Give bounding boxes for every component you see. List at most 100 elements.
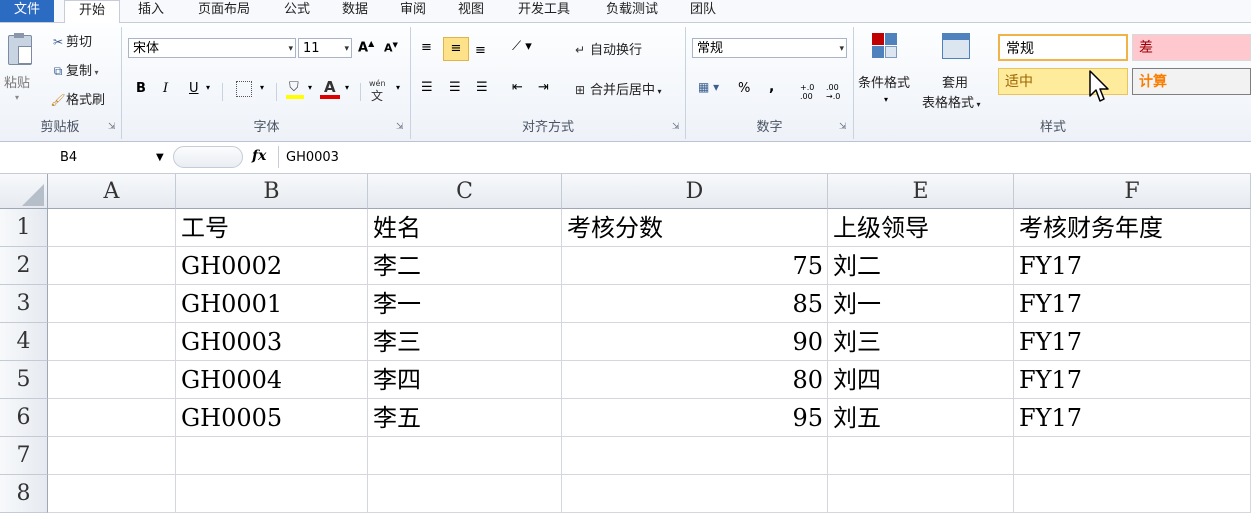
merge-center-button[interactable]: ⊞ 合并后居中 ▾ xyxy=(570,81,662,101)
cell-c2[interactable]: 李二 xyxy=(368,247,562,285)
cell-b2[interactable]: GH0002 xyxy=(176,247,368,285)
cell-f3[interactable]: FY17 xyxy=(1014,285,1251,323)
insert-function-icon[interactable]: fx xyxy=(252,148,266,164)
row-header-2[interactable]: 2 xyxy=(0,247,48,285)
percent-button[interactable]: % xyxy=(738,81,750,96)
cell-c4[interactable]: 李三 xyxy=(368,323,562,361)
column-header-f[interactable]: F xyxy=(1014,174,1251,209)
tab-page-layout[interactable]: 页面布局 xyxy=(186,0,262,22)
cell-b1[interactable]: 工号 xyxy=(176,209,368,247)
row-header-3[interactable]: 3 xyxy=(0,285,48,323)
cell-b6[interactable]: GH0005 xyxy=(176,399,368,437)
cell-a1[interactable] xyxy=(48,209,176,247)
cell-b4[interactable]: GH0003 xyxy=(176,323,368,361)
column-header-d[interactable]: D xyxy=(562,174,828,209)
worksheet-grid[interactable]: A B C D E F 1 工号 姓名 考核分数 上级领导 考核财务年度 2 GH0002 李二… xyxy=(0,174,1251,521)
name-box[interactable]: B4 ▼ xyxy=(2,147,170,169)
font-name-select[interactable]: 宋体 ▾ xyxy=(128,38,296,58)
cell-a3[interactable] xyxy=(48,285,176,323)
font-color-button[interactable]: A xyxy=(320,78,340,100)
cell-f8[interactable] xyxy=(1014,475,1251,513)
column-header-c[interactable]: C xyxy=(368,174,562,209)
tab-data[interactable]: 数据 xyxy=(330,0,380,22)
borders-icon[interactable] xyxy=(236,81,252,97)
cell-c1[interactable]: 姓名 xyxy=(368,209,562,247)
cell-f1[interactable]: 考核财务年度 xyxy=(1014,209,1251,247)
cell-e8[interactable] xyxy=(828,475,1014,513)
cell-d5[interactable]: 80 xyxy=(562,361,828,399)
copy-button[interactable]: ⧉ 复制 ▾ xyxy=(50,62,99,82)
cell-c3[interactable]: 李一 xyxy=(368,285,562,323)
chevron-down-icon[interactable]: ▾ xyxy=(308,83,312,92)
cell-f6[interactable]: FY17 xyxy=(1014,399,1251,437)
cell-d6[interactable]: 95 xyxy=(562,399,828,437)
phonetic-guide-button[interactable]: wén 文 xyxy=(369,79,393,103)
align-right-icon[interactable]: ☰ xyxy=(476,80,488,95)
underline-button[interactable]: U xyxy=(189,81,199,96)
orientation-icon[interactable]: ⟋ ▾ xyxy=(512,39,532,54)
grow-font-button[interactable]: A▲ xyxy=(358,39,374,55)
tab-insert[interactable]: 插入 xyxy=(125,0,177,22)
alignment-launcher-icon[interactable]: ⇲ xyxy=(672,122,680,132)
chevron-down-icon[interactable]: ▾ xyxy=(206,83,210,92)
clipboard-launcher-icon[interactable]: ⇲ xyxy=(108,122,116,132)
cell-a6[interactable] xyxy=(48,399,176,437)
select-all-corner[interactable] xyxy=(0,174,48,209)
cell-d7[interactable] xyxy=(562,437,828,475)
cell-b3[interactable]: GH0001 xyxy=(176,285,368,323)
cell-e3[interactable]: 刘一 xyxy=(828,285,1014,323)
cell-b8[interactable] xyxy=(176,475,368,513)
formula-input[interactable]: GH0003 xyxy=(286,150,339,165)
tab-home[interactable]: 开始 xyxy=(64,0,120,25)
style-normal[interactable]: 常规 xyxy=(998,34,1128,61)
format-painter-button[interactable]: 🖌格式刷 xyxy=(50,91,105,110)
tab-load-test[interactable]: 负载测试 xyxy=(592,0,672,22)
number-format-select[interactable]: 常规 ▾ xyxy=(692,38,847,58)
tab-developer[interactable]: 开发工具 xyxy=(504,0,584,22)
cell-a8[interactable] xyxy=(48,475,176,513)
cell-d3[interactable]: 85 xyxy=(562,285,828,323)
paste-button[interactable]: 粘贴 ▾ xyxy=(2,31,38,106)
row-header-8[interactable]: 8 xyxy=(0,475,48,513)
cut-button[interactable]: ✂ 剪切 xyxy=(50,33,92,52)
style-calculation[interactable]: 计算 xyxy=(1132,68,1251,95)
increase-decimal-button[interactable]: +.0 .00 xyxy=(800,83,824,101)
row-header-6[interactable]: 6 xyxy=(0,399,48,437)
font-launcher-icon[interactable]: ⇲ xyxy=(396,122,404,132)
font-size-select[interactable]: 11 ▾ xyxy=(298,38,352,58)
cell-a5[interactable] xyxy=(48,361,176,399)
row-header-7[interactable]: 7 xyxy=(0,437,48,475)
align-top-icon[interactable]: ≡ xyxy=(421,40,432,55)
column-header-b[interactable]: B xyxy=(176,174,368,209)
style-bad[interactable]: 差 xyxy=(1132,34,1251,61)
shrink-font-button[interactable]: A▼ xyxy=(384,41,398,55)
cell-f4[interactable]: FY17 xyxy=(1014,323,1251,361)
chevron-down-icon[interactable]: ▾ xyxy=(396,83,400,92)
cell-e6[interactable]: 刘五 xyxy=(828,399,1014,437)
align-middle-icon[interactable]: ≡ xyxy=(443,37,469,61)
tab-view[interactable]: 视图 xyxy=(446,0,496,22)
cell-e5[interactable]: 刘四 xyxy=(828,361,1014,399)
cell-a2[interactable] xyxy=(48,247,176,285)
row-header-4[interactable]: 4 xyxy=(0,323,48,361)
column-header-e[interactable]: E xyxy=(828,174,1014,209)
comma-button[interactable]: , xyxy=(769,79,774,95)
tab-review[interactable]: 审阅 xyxy=(388,0,438,22)
cell-b7[interactable] xyxy=(176,437,368,475)
bold-button[interactable]: B xyxy=(136,81,146,96)
cell-d4[interactable]: 90 xyxy=(562,323,828,361)
fill-color-button[interactable]: ⛉ xyxy=(286,78,304,100)
tab-team[interactable]: 团队 xyxy=(678,0,728,22)
italic-button[interactable]: I xyxy=(163,81,168,96)
cell-c5[interactable]: 李四 xyxy=(368,361,562,399)
cell-c7[interactable] xyxy=(368,437,562,475)
cell-b5[interactable]: GH0004 xyxy=(176,361,368,399)
cell-f5[interactable]: FY17 xyxy=(1014,361,1251,399)
cell-e2[interactable]: 刘二 xyxy=(828,247,1014,285)
decrease-indent-icon[interactable]: ⇤ xyxy=(512,80,523,95)
row-header-5[interactable]: 5 xyxy=(0,361,48,399)
align-left-icon[interactable]: ☰ xyxy=(421,80,433,95)
file-tab[interactable]: 文件 xyxy=(0,0,54,22)
align-center-icon[interactable]: ☰ xyxy=(449,80,461,95)
chevron-down-icon[interactable]: ▾ xyxy=(345,83,349,92)
